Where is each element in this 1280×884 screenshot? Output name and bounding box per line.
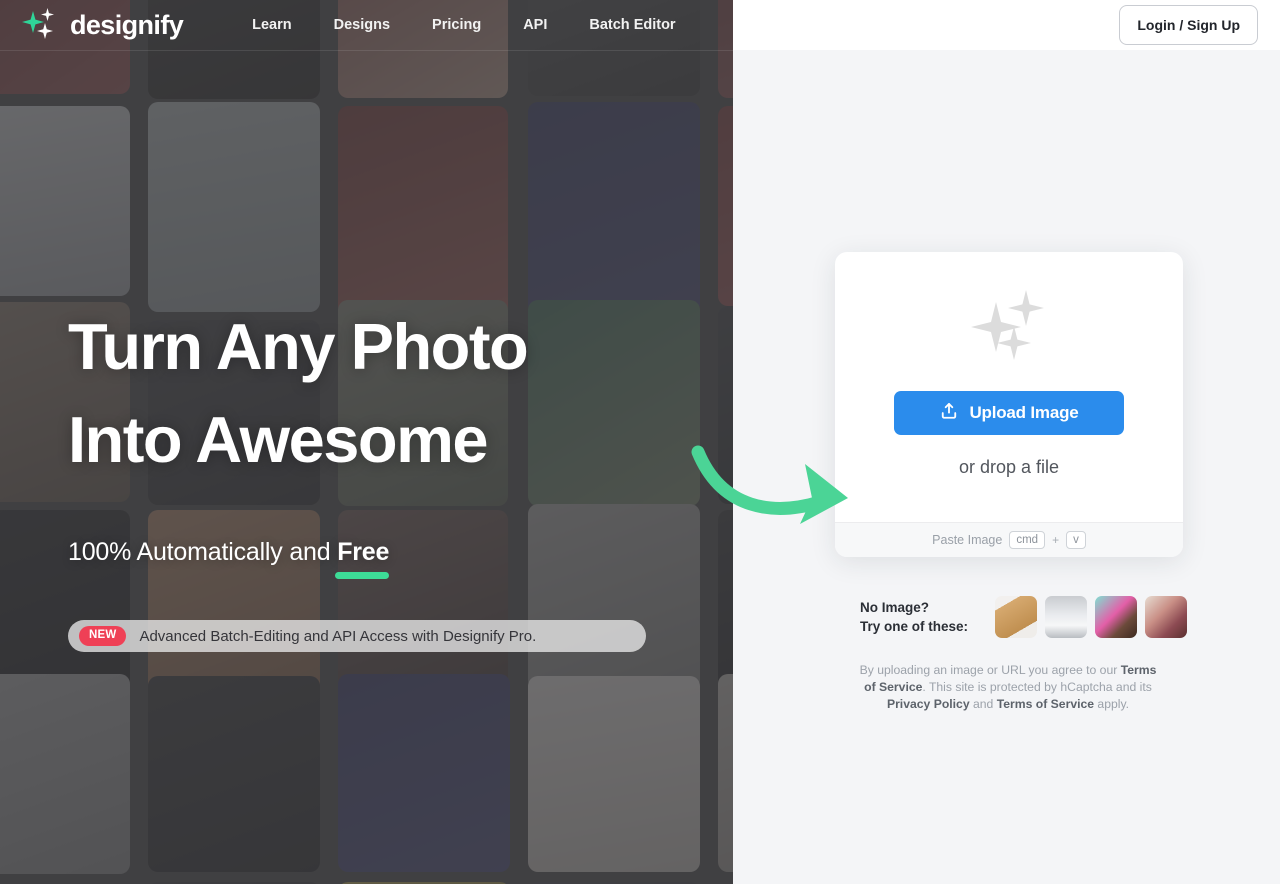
upload-image-button-label: Upload Image [969, 403, 1079, 422]
hero-subtitle-prefix: 100% Automatically and [68, 538, 338, 566]
sample-images-section: No Image? Try one of these: [860, 596, 1187, 638]
sample-thumb-product-can[interactable] [995, 596, 1037, 638]
upload-card[interactable]: Upload Image or drop a file Paste Image … [835, 252, 1183, 557]
paste-image-bar: Paste Image cmd + v [835, 522, 1183, 557]
sparkles-icon [961, 288, 1057, 368]
sample-thumbnails [995, 596, 1187, 638]
nav-item-learn[interactable]: Learn [231, 17, 313, 33]
panel-header: Login / Sign Up [733, 0, 1280, 50]
hero-subtitle-highlight: Free [335, 538, 390, 579]
kbd-plus: + [1052, 533, 1060, 547]
sample-images-label-line-1: No Image? [860, 600, 930, 615]
sparkle-diamond-icon [20, 8, 60, 42]
upload-panel: Login / Sign Up Upload Image or drop a f… [733, 0, 1280, 884]
upload-icon [939, 401, 959, 426]
nav-item-batch-editor[interactable]: Batch Editor [568, 17, 696, 33]
nav-links: Learn Designs Pricing API Batch Editor [231, 17, 696, 33]
sample-images-label-line-2: Try one of these: [860, 619, 969, 634]
hero-subtitle: 100% Automatically and Free [68, 538, 698, 579]
sample-thumb-white-car[interactable] [1045, 596, 1087, 638]
legal-disclaimer: By uploading an image or URL you agree t… [855, 662, 1161, 713]
legal-part-4: apply. [1094, 697, 1130, 711]
promo-banner-text: Advanced Batch-Editing and API Access wi… [139, 627, 537, 645]
page-title: Turn Any Photo Into Awesome [68, 300, 698, 486]
sample-images-label: No Image? Try one of these: [860, 598, 995, 636]
nav-item-designs[interactable]: Designs [313, 17, 411, 33]
kbd-cmd: cmd [1009, 531, 1046, 549]
privacy-policy-link[interactable]: Privacy Policy [887, 697, 970, 711]
nav-divider [0, 50, 733, 51]
paste-image-label: Paste Image [932, 533, 1003, 547]
kbd-v: v [1066, 531, 1086, 549]
brand-logo[interactable]: designify [20, 8, 184, 42]
hero-title-line-1: Turn Any Photo [68, 310, 529, 383]
nav-item-api[interactable]: API [502, 17, 568, 33]
sample-thumb-woman-portrait[interactable] [1145, 596, 1187, 638]
hero-left-panel: Turn Any Photo Into Awesome 100% Automat… [0, 0, 733, 884]
hero-copy: Turn Any Photo Into Awesome 100% Automat… [68, 300, 698, 579]
nav-item-pricing[interactable]: Pricing [411, 17, 502, 33]
hero-title-line-2: Into Awesome [68, 403, 489, 476]
login-signup-button[interactable]: Login / Sign Up [1119, 5, 1258, 45]
upload-card-body: Upload Image or drop a file [835, 252, 1183, 522]
terms-of-service-link-2[interactable]: Terms of Service [997, 697, 1094, 711]
legal-part-2: . This site is protected by hCaptcha and… [922, 680, 1152, 694]
brand-name: designify [70, 9, 184, 40]
promo-banner[interactable]: NEW Advanced Batch-Editing and API Acces… [68, 620, 646, 652]
legal-part-3: and [969, 697, 997, 711]
status-badge: NEW [79, 626, 127, 646]
top-navigation-bar: designify Learn Designs Pricing API Batc… [0, 0, 733, 50]
sample-thumb-man-portrait[interactable] [1095, 596, 1137, 638]
designify-landing-page: Turn Any Photo Into Awesome 100% Automat… [0, 0, 1280, 884]
upload-image-button[interactable]: Upload Image [894, 391, 1124, 435]
legal-part-1: By uploading an image or URL you agree t… [859, 663, 1121, 677]
drop-file-hint: or drop a file [958, 457, 1060, 477]
